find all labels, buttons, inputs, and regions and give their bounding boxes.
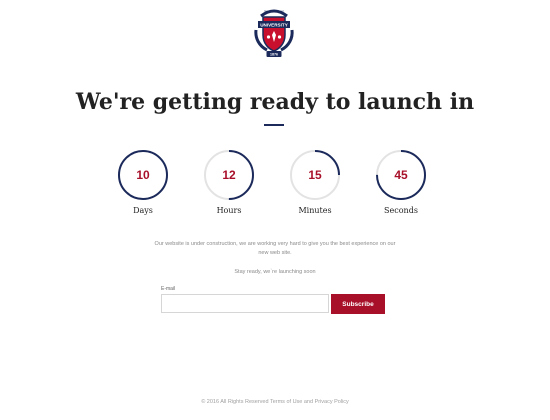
- email-field[interactable]: [161, 294, 329, 313]
- university-logo: Founded School UNIVERSITY 1876: [247, 4, 301, 60]
- university-crest-icon: Founded School UNIVERSITY 1876: [254, 9, 294, 57]
- footer-copyright: © 2016 All Rights Reserved Terms of Use …: [201, 399, 349, 405]
- countdown-days-label: Days: [133, 206, 153, 215]
- countdown-minutes-value: 15: [308, 168, 322, 182]
- countdown-hours: 12 Hours: [203, 149, 255, 215]
- countdown-seconds-value: 45: [394, 168, 408, 182]
- title-divider: [264, 124, 284, 126]
- countdown-minutes: 15 Minutes: [289, 149, 341, 215]
- launch-notice: Stay ready, we`re launching soon: [234, 269, 316, 275]
- subscribe-button[interactable]: Subscribe: [331, 294, 385, 314]
- countdown-seconds: 45 Seconds: [375, 149, 427, 215]
- countdown-hours-value: 12: [222, 168, 236, 182]
- logo-year: 1876: [270, 53, 278, 57]
- countdown-days-value: 10: [136, 168, 150, 182]
- countdown-days: 10 Days: [117, 149, 169, 215]
- logo-top-text: Founded School: [265, 9, 284, 13]
- email-label: E-mail: [161, 286, 176, 292]
- page-title: We're getting ready to launch in: [75, 89, 475, 115]
- logo-banner-text: UNIVERSITY: [260, 23, 288, 28]
- countdown-minutes-label: Minutes: [298, 206, 332, 215]
- countdown-hours-label: Hours: [216, 206, 242, 215]
- construction-description: Our website is under construction, we ar…: [154, 241, 396, 256]
- countdown-seconds-label: Seconds: [384, 206, 418, 215]
